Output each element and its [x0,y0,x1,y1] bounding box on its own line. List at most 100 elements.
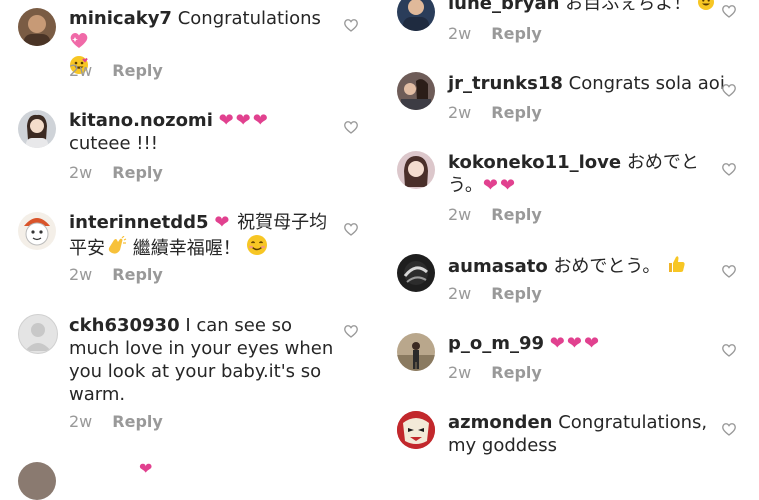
comment-item: kitano.nozomi ❤❤❤ cuteee !!! 2w Reply [0,100,372,190]
comment-username[interactable]: ckh630930 [69,315,180,336]
comment-username[interactable]: azmonden [448,412,552,433]
avatar[interactable] [18,462,56,500]
comment-body: azmonden Congratulations, my goddess [448,411,738,457]
comment-time: 2w [448,205,472,224]
comment-text: warm. [69,384,126,405]
comment-meta: 2w Reply [69,61,163,80]
pink-heart-icon: ❤ [139,463,153,474]
comment-username[interactable]: minicaky7 [69,8,172,29]
comment-item: jr_trunks18 Congrats sola aoi 2w Reply [380,64,759,129]
heart-outline-icon[interactable] [721,82,737,98]
comment-item: p_o_m_99 ❤❤❤ 2w Reply [380,324,759,389]
comment-meta: 2w Reply [69,163,163,182]
comment-time: 2w [448,24,472,43]
reply-button[interactable]: Reply [491,284,542,303]
comment-body: aumasato おめでとう。 [448,254,738,280]
comment-username[interactable]: kitano.nozomi [69,110,213,131]
comment-time: 2w [448,363,472,382]
comment-time: 2w [448,103,472,122]
comment-item: ckh630930 I can see so much love in your… [0,305,372,435]
heart-outline-icon[interactable] [343,17,359,33]
comment-text: you look at your baby.it's so [69,361,322,382]
comment-username[interactable]: interinnetdd5 [69,212,209,233]
comment-meta: 2w Reply [448,205,542,224]
comment-meta: 2w Reply [448,363,542,382]
comment-item: kokoneko11_love おめでと う。❤❤ 2w Reply [380,143,759,233]
heart-outline-icon[interactable] [721,161,737,177]
reply-button[interactable]: Reply [112,265,163,284]
comment-meta: 2w Reply [448,24,542,43]
comment-text: お目ふぇちよ！ [565,0,692,14]
reply-button[interactable]: Reply [491,103,542,122]
thumbs-up-icon [666,254,686,280]
avatar[interactable] [397,333,435,371]
comment-item: aumasato おめでとう。 2w Reply [380,245,759,310]
comment-time: 2w [448,284,472,303]
comment-item: azmonden Congratulations, my goddess [380,403,759,474]
avatar[interactable] [397,0,435,31]
pink-heart-icon: ❤❤ [482,175,518,196]
comment-text: 祝賀母子均 [237,212,328,233]
heart-outline-icon[interactable] [721,263,737,279]
avatar[interactable] [18,212,56,250]
comment-text: my goddess [448,435,558,456]
comment-text: おめでと [626,152,699,173]
comment-username[interactable]: p_o_m_99 [448,333,544,354]
grinning-face-icon [697,0,715,17]
comment-text: う。 [448,175,483,196]
comment-username[interactable]: lune_bryan [448,0,559,14]
comment-time: 2w [69,163,93,182]
comment-text: Congratulations, [558,412,708,433]
comment-body: ckh630930 I can see so much love in your… [69,314,344,406]
reply-button[interactable]: Reply [491,205,542,224]
heart-outline-icon[interactable] [343,221,359,237]
reply-button[interactable]: Reply [112,163,163,182]
comment-text: Congratulations [177,8,321,29]
heart-outline-icon[interactable] [721,342,737,358]
comment-text: 繼續幸福喔！ [132,238,241,259]
comment-body: lune_bryan お目ふぇちよ！ [448,0,738,17]
comment-meta: 2w Reply [448,103,542,122]
clapping-hands-icon [105,235,127,262]
comment-meta: 2w Reply [69,412,163,431]
reply-button[interactable]: Reply [491,363,542,382]
avatar[interactable] [397,254,435,292]
avatar[interactable] [397,151,435,189]
comment-username[interactable]: aumasato [448,256,548,277]
comment-body: kitano.nozomi ❤❤❤ cuteee !!! [69,109,339,155]
avatar[interactable] [18,110,56,148]
pink-heart-icon: ❤ [214,212,232,233]
reply-button[interactable]: Reply [112,412,163,431]
comment-text: much love in your eyes when [69,338,334,359]
avatar[interactable] [397,72,435,110]
heart-outline-icon[interactable] [721,3,737,19]
comment-text: Congrats sola aoi [568,73,725,94]
comment-meta: 2w Reply [69,265,163,284]
heart-outline-icon[interactable] [343,323,359,339]
avatar[interactable] [18,8,56,46]
comments-column-right: lune_bryan お目ふぇちよ！ 2w Reply jr_trunks18 C… [380,0,759,474]
heart-outline-icon[interactable] [721,421,737,437]
comment-text: 平安 [69,238,105,259]
sparkling-heart-icon [69,31,89,55]
comment-username[interactable]: kokoneko11_love [448,152,621,173]
reply-button[interactable]: Reply [112,61,163,80]
pink-heart-icon: ❤❤❤ [549,333,602,354]
comment-item: minicaky7 Congratulations 2w Reply [0,0,372,90]
comment-time: 2w [69,412,93,431]
avatar[interactable] [18,314,58,354]
comment-time: 2w [69,265,93,284]
comment-body: p_o_m_99 ❤❤❤ [448,332,738,355]
comments-column-left: minicaky7 Congratulations 2w Reply kitano… [0,0,372,500]
comment-text: cuteee !!! [69,133,158,154]
reply-button[interactable]: Reply [491,24,542,43]
heart-outline-icon[interactable] [343,119,359,135]
smiling-face-icon [246,234,268,262]
avatar[interactable] [397,411,435,449]
comment-item: lune_bryan お目ふぇちよ！ 2w Reply [380,0,759,55]
comment-body: interinnetdd5 ❤ 祝賀母子均 平安 繼續幸福喔！ [69,211,344,262]
comment-body: jr_trunks18 Congrats sola aoi [448,72,738,95]
comment-text: おめでとう。 [553,256,661,277]
comment-text: I can see so [185,315,293,336]
comment-username[interactable]: jr_trunks18 [448,73,563,94]
